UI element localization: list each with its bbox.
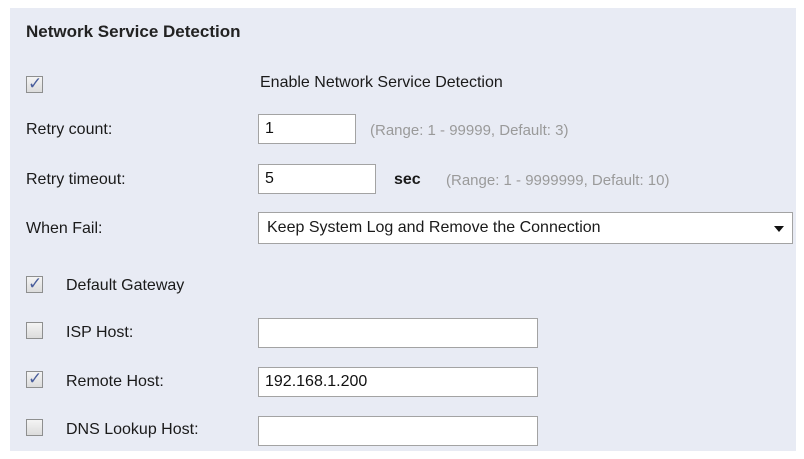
enable-nsd-checkbox[interactable]: ✓: [26, 74, 43, 94]
remote-host-checkbox[interactable]: ✓: [26, 369, 43, 389]
remote-host-input[interactable]: 192.168.1.200: [258, 367, 538, 397]
default-gateway-label: Default Gateway: [66, 277, 185, 294]
when-fail-selected: Keep System Log and Remove the Connectio…: [267, 219, 601, 236]
isp-host-checkbox[interactable]: ✓: [26, 322, 43, 339]
default-gateway-checkbox[interactable]: ✓: [26, 274, 43, 294]
retry-timeout-unit: sec: [394, 171, 421, 188]
dns-lookup-host-checkbox[interactable]: ✓: [26, 419, 43, 436]
isp-host-input[interactable]: [258, 318, 538, 348]
checkmark-icon: ✓: [28, 369, 43, 389]
retry-timeout-label: Retry timeout:: [26, 171, 126, 188]
retry-count-hint: (Range: 1 - 99999, Default: 3): [370, 122, 569, 139]
retry-count-input[interactable]: 1: [258, 114, 356, 144]
remote-host-label: Remote Host:: [66, 373, 164, 390]
chevron-down-icon: [774, 226, 784, 232]
retry-timeout-input[interactable]: 5: [258, 164, 376, 194]
enable-nsd-label: Enable Network Service Detection: [260, 74, 503, 91]
when-fail-select[interactable]: Keep System Log and Remove the Connectio…: [258, 212, 793, 244]
dns-lookup-host-label: DNS Lookup Host:: [66, 421, 199, 438]
retry-timeout-hint: (Range: 1 - 9999999, Default: 10): [446, 172, 670, 189]
dns-lookup-host-input[interactable]: [258, 416, 538, 446]
isp-host-label: ISP Host:: [66, 324, 134, 341]
checkmark-icon: ✓: [28, 74, 43, 94]
network-service-detection-panel: Network Service Detection ✓ Enable Netwo…: [10, 8, 796, 451]
checkmark-icon: ✓: [28, 274, 43, 294]
section-title: Network Service Detection: [26, 22, 241, 41]
retry-count-label: Retry count:: [26, 121, 113, 138]
when-fail-label: When Fail:: [26, 220, 103, 237]
